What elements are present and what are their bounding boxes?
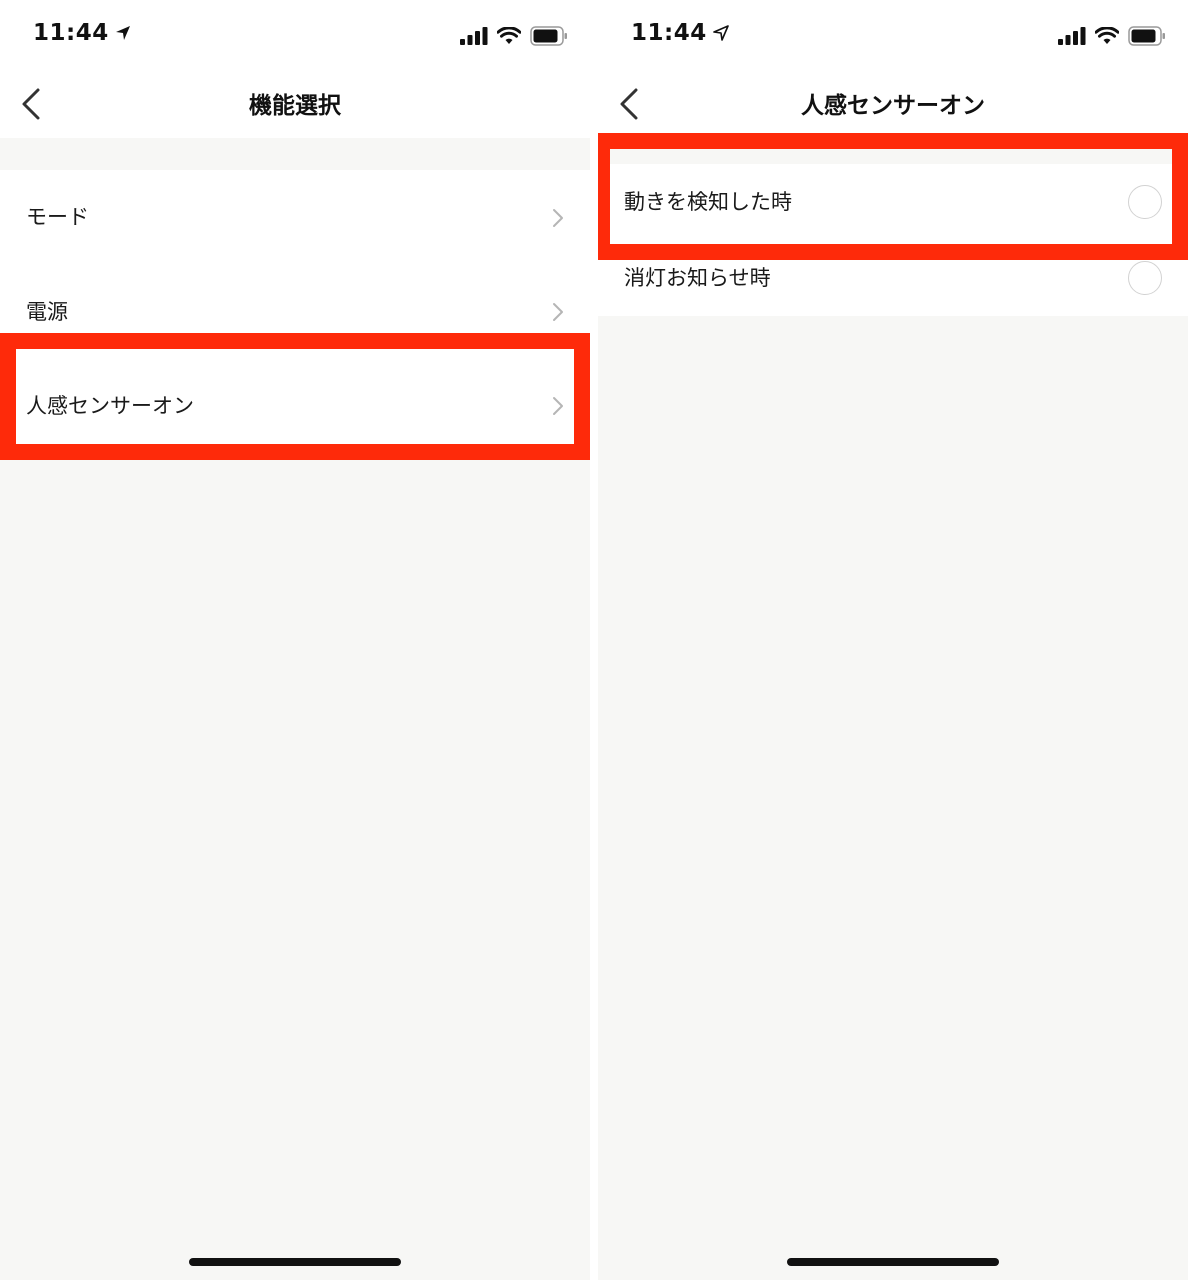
list-item-mode[interactable]: モード: [0, 170, 590, 264]
radio-button[interactable]: [1128, 261, 1162, 295]
highlight-box: [598, 133, 1188, 260]
highlight-box: [0, 333, 590, 460]
page-title: 人感センサーオン: [801, 93, 985, 119]
status-bar-icons: [1058, 24, 1166, 48]
chevron-right-icon: [553, 209, 563, 227]
wifi-icon: [1095, 27, 1119, 44]
home-indicator: [787, 1258, 999, 1266]
status-bar-time: 11:44: [33, 20, 131, 47]
status-time-text: 11:44: [33, 20, 109, 46]
battery-icon: [1128, 26, 1165, 46]
status-bar-icons: [460, 24, 568, 48]
location-arrow-icon: [115, 21, 131, 47]
list-item-label: 電源: [26, 300, 68, 324]
list-item-label: モード: [26, 205, 89, 229]
function-select-screen: 11:44 機能選択 モード 電源 人感センサーオン: [0, 0, 590, 1280]
top-bar: 11:44 機能選択: [0, 0, 590, 138]
page-title: 機能選択: [249, 93, 341, 119]
option-label: 消灯お知らせ時: [624, 266, 771, 290]
home-indicator: [189, 1258, 401, 1266]
cellular-signal-icon: [1058, 27, 1086, 45]
battery-icon: [530, 26, 567, 46]
cellular-signal-icon: [460, 27, 488, 45]
wifi-icon: [497, 27, 521, 44]
status-bar-time: 11:44: [631, 20, 729, 47]
status-time-text: 11:44: [631, 20, 707, 46]
chevron-right-icon: [553, 303, 563, 321]
motion-sensor-screen: 11:44 人感センサーオン 動きを検知した時 消灯お知らせ時: [598, 0, 1188, 1280]
top-bar: 11:44 人感センサーオン: [598, 0, 1188, 138]
location-arrow-outline-icon: [712, 21, 729, 47]
